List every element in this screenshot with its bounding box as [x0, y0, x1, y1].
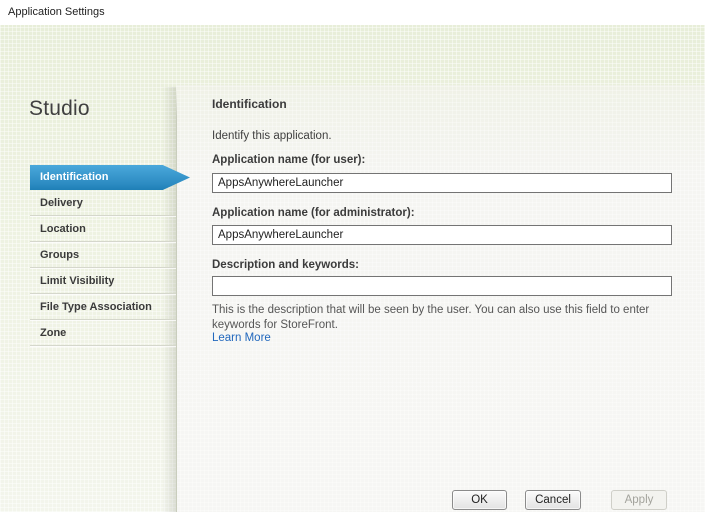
panel-divider: [176, 87, 177, 512]
sidebar-nav: Delivery Location Groups Limit Visibilit…: [30, 165, 176, 346]
label-application-name-administrator: Application name (for administrator):: [212, 207, 415, 219]
dialog-body: Studio Identification Delivery Location …: [0, 25, 705, 512]
sidebar-item-file-type-association[interactable]: File Type Association: [30, 294, 176, 320]
intro-text: Identify this application.: [212, 130, 332, 142]
window-titlebar: Application Settings: [0, 0, 705, 25]
application-name-user-input[interactable]: [212, 173, 672, 193]
studio-title: Studio: [29, 97, 90, 121]
description-keywords-input[interactable]: [212, 276, 672, 296]
ok-button[interactable]: OK: [452, 490, 507, 510]
content-panel: [176, 85, 705, 512]
window-title: Application Settings: [8, 6, 105, 18]
sidebar-item-limit-visibility[interactable]: Limit Visibility: [30, 268, 176, 294]
sidebar-item-zone[interactable]: Zone: [30, 320, 176, 346]
cancel-button[interactable]: Cancel: [525, 490, 581, 510]
sidebar-item-delivery[interactable]: Delivery: [30, 190, 176, 216]
label-application-name-user: Application name (for user):: [212, 154, 365, 166]
application-settings-window: Application Settings Studio Identificati…: [0, 0, 705, 512]
sidebar-item-location[interactable]: Location: [30, 216, 176, 242]
learn-more-link[interactable]: Learn More: [212, 332, 271, 344]
application-name-administrator-input[interactable]: [212, 225, 672, 245]
description-help-text: This is the description that will be see…: [212, 303, 675, 332]
sidebar-item-groups[interactable]: Groups: [30, 242, 176, 268]
sidebar-item-identification[interactable]: Identification: [30, 165, 190, 190]
label-description-keywords: Description and keywords:: [212, 259, 359, 271]
apply-button[interactable]: Apply: [611, 490, 667, 510]
page-title: Identification: [212, 97, 287, 111]
